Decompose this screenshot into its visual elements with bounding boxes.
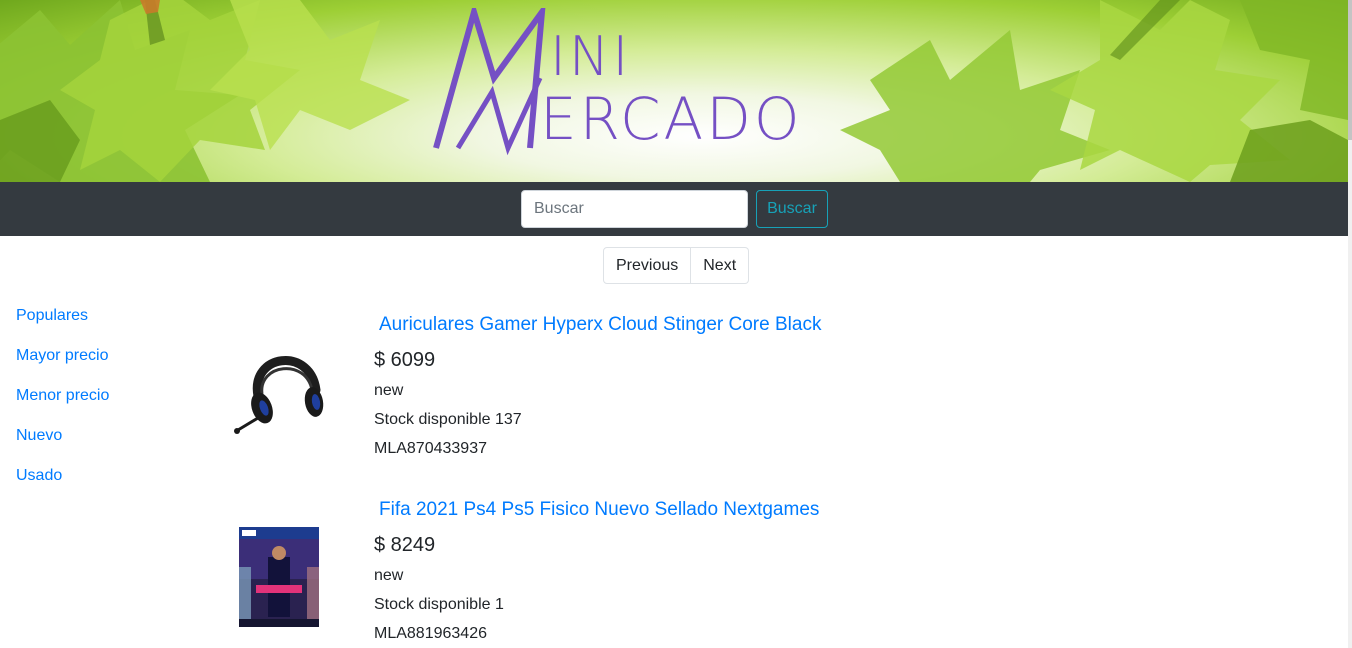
sidebar-item-nuevo[interactable]: Nuevo [16, 424, 109, 464]
previous-page-button[interactable]: Previous [603, 247, 692, 284]
product-price: $ 6099 [374, 349, 436, 371]
scrollbar-thumb[interactable] [1348, 0, 1352, 140]
headset-image[interactable] [228, 334, 332, 438]
logo-line-1: INI [550, 25, 632, 88]
sidebar-item-populares[interactable]: Populares [16, 304, 109, 344]
header-banner: INI ERCADO [0, 0, 1348, 182]
sidebar-item-usado[interactable]: Usado [16, 464, 109, 504]
product-id: MLA881963426 [374, 625, 487, 642]
search-button[interactable]: Buscar [756, 190, 828, 228]
logo-line-2: ERCADO [540, 85, 803, 153]
product-stock: Stock disponible 137 [374, 411, 522, 428]
site-logo[interactable]: INI ERCADO [432, 8, 802, 156]
next-page-button[interactable]: Next [691, 247, 750, 284]
search-navbar: Buscar [0, 182, 1348, 236]
product-stock: Stock disponible 1 [374, 596, 504, 613]
product-title-link[interactable]: Auriculares Gamer Hyperx Cloud Stinger C… [379, 314, 821, 336]
sort-filter-sidebar: Populares Mayor precio Menor precio Nuev… [16, 304, 109, 504]
product-condition: new [374, 382, 404, 399]
product-title-link[interactable]: Fifa 2021 Ps4 Ps5 Fisico Nuevo Sellado N… [379, 499, 819, 521]
product-condition: new [374, 567, 404, 584]
pagination: Previous Next [603, 247, 750, 284]
product-id: MLA870433937 [374, 440, 487, 457]
sidebar-item-menor-precio[interactable]: Menor precio [16, 384, 109, 424]
product-price: $ 8249 [374, 534, 436, 556]
search-input[interactable] [521, 190, 748, 228]
sidebar-item-mayor-precio[interactable]: Mayor precio [16, 344, 109, 384]
game-cover-image[interactable] [228, 527, 332, 631]
